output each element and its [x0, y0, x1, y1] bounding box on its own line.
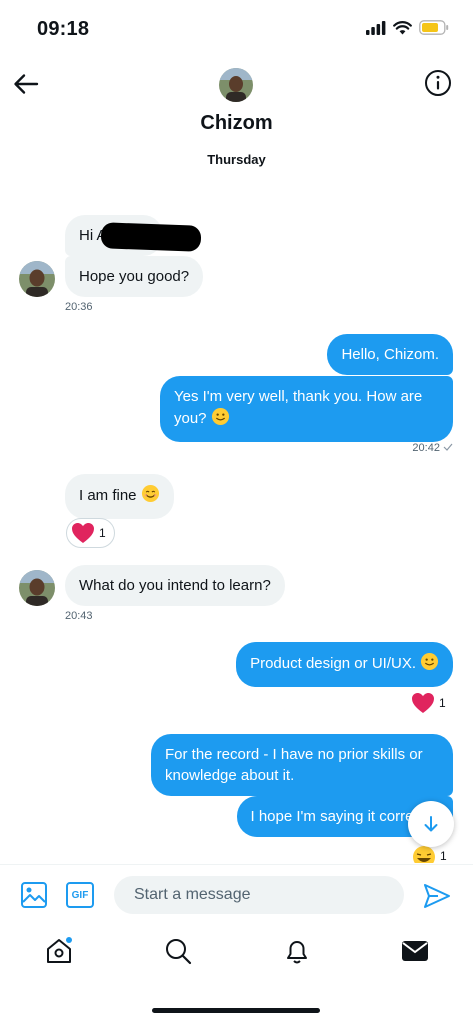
gif-button[interactable]: GIF: [66, 882, 94, 908]
reaction-heart[interactable]: 1: [411, 692, 446, 714]
bell-icon[interactable]: [282, 936, 312, 966]
message-text: Hello, Chizom.: [341, 346, 439, 363]
scroll-down-icon: [424, 816, 438, 832]
message-text-line: For the record - I have no prior skills …: [165, 746, 423, 763]
scroll-down-button[interactable]: [408, 801, 454, 847]
day-separator: Thursday: [207, 152, 266, 167]
heart-icon: [412, 693, 434, 713]
message-composer: GIF: [0, 864, 473, 926]
search-icon[interactable]: [163, 936, 193, 966]
laughing-emoji-icon: [413, 846, 435, 863]
avatar-photo: [19, 570, 55, 606]
signal-icon: [366, 20, 386, 35]
heart-icon: [72, 523, 94, 543]
bottom-tab-bar: [0, 926, 473, 986]
image-icon[interactable]: [20, 881, 48, 909]
message-text: What do you intend to learn?: [79, 577, 271, 594]
battery-icon: [419, 20, 449, 35]
message-timestamp: 20:36: [65, 301, 93, 313]
sender-avatar[interactable]: [19, 261, 55, 297]
message-incoming[interactable]: I am fine: [65, 474, 174, 519]
sent-check-icon: [443, 443, 453, 451]
reaction-heart[interactable]: 1: [66, 518, 115, 548]
message-text-line: you?: [174, 407, 439, 432]
contact-name: Chizom: [200, 112, 273, 134]
slight-smile-emoji: [211, 407, 230, 432]
message-input[interactable]: [114, 876, 404, 914]
sender-avatar[interactable]: [19, 570, 55, 606]
message-incoming[interactable]: Hope you good?: [65, 256, 204, 297]
avatar-photo: [19, 261, 55, 297]
message-text-line: Yes I'm very well, thank you. How are: [174, 388, 423, 405]
message-timestamp: 20:42: [412, 442, 453, 454]
home-indicator: [152, 1008, 320, 1013]
avatar-photo: [219, 68, 253, 102]
back-button[interactable]: [10, 68, 42, 100]
message-outgoing[interactable]: Yes I'm very well, thank you. How are yo…: [160, 376, 453, 442]
status-time: 09:18: [37, 18, 90, 40]
message-text: Hope you good?: [79, 268, 190, 285]
message-text: I am fine: [79, 487, 137, 504]
status-icons: [366, 20, 449, 35]
reaction-laugh[interactable]: 1: [412, 845, 447, 863]
back-arrow-icon: [14, 74, 39, 94]
home-icon[interactable]: [44, 936, 74, 966]
message-timestamp: 20:43: [65, 610, 93, 622]
wifi-icon: [393, 20, 412, 34]
message-outgoing[interactable]: For the record - I have no prior skills …: [151, 734, 453, 796]
conversation-header: Chizom Thursday: [0, 58, 473, 178]
contact-avatar[interactable]: [219, 68, 253, 102]
slight-smile-emoji: [420, 652, 439, 677]
smiling-face-emoji: [141, 484, 160, 509]
reaction-count: 1: [439, 696, 446, 710]
message-outgoing[interactable]: Hello, Chizom.: [327, 334, 453, 375]
message-incoming[interactable]: What do you intend to learn?: [65, 565, 285, 606]
reaction-count: 1: [99, 526, 106, 540]
send-icon[interactable]: [422, 881, 452, 911]
mail-icon[interactable]: [400, 936, 430, 966]
redaction-mark: [100, 222, 202, 252]
message-text-line: knowledge about it.: [165, 767, 295, 784]
status-bar: 09:18: [0, 0, 473, 58]
reaction-count: 1: [440, 849, 447, 863]
info-icon[interactable]: [423, 68, 453, 98]
message-outgoing[interactable]: Product design or UI/UX.: [236, 642, 453, 687]
message-text: Product design or UI/UX.: [250, 655, 416, 672]
